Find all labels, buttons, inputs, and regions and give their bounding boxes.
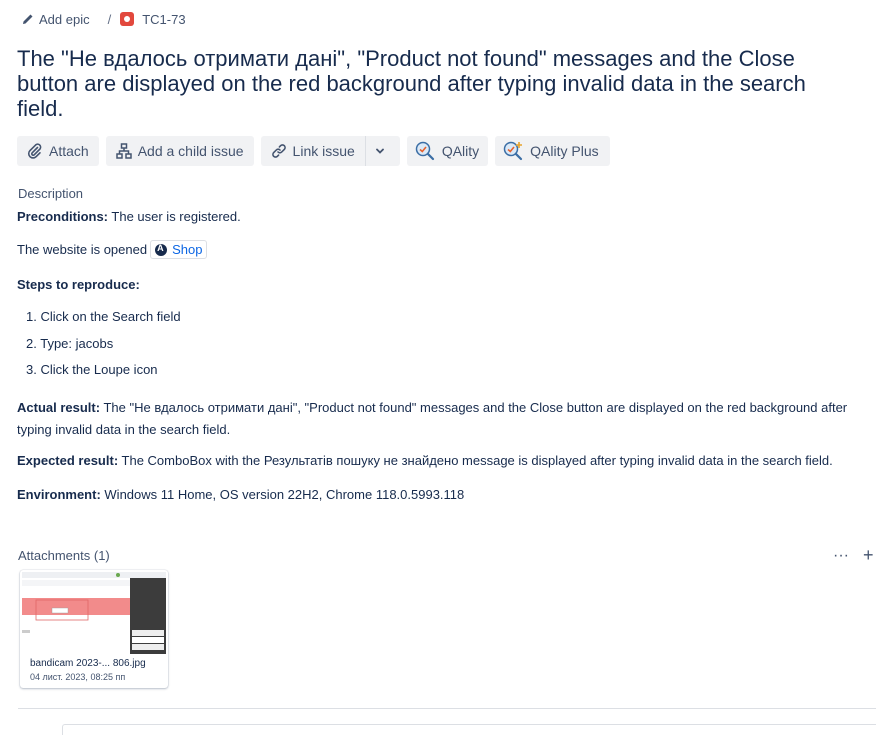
add-child-label: Add a child issue	[137, 143, 244, 159]
angular-icon	[155, 243, 168, 256]
environment-text: Windows 11 Home, OS version 22H2, Chrome…	[100, 487, 465, 502]
qality-icon	[415, 141, 434, 161]
qality-plus-button[interactable]: QAlity Plus	[495, 136, 610, 166]
attachment-card[interactable]: bandicam 2023-... 806.jpg 04 лист. 2023,…	[20, 570, 168, 688]
steps-label: Steps to reproduce:	[17, 277, 140, 292]
link-issue-split-button: Link issue	[260, 136, 400, 166]
qality-plus-icon	[503, 141, 523, 161]
paperclip-icon	[27, 143, 42, 159]
issue-toolbar: Attach Add a child issue Link issue QAli…	[17, 136, 617, 166]
expected-result-paragraph: Expected result: The ComboBox with the Р…	[17, 453, 867, 468]
qality-plus-label: QAlity Plus	[530, 143, 599, 159]
steps-list: 1. Click on the Search field 2. Type: ja…	[26, 309, 181, 389]
description-heading: Description	[18, 186, 84, 201]
add-child-issue-button[interactable]: Add a child issue	[105, 136, 254, 166]
qality-button[interactable]: QAlity	[406, 136, 489, 166]
environment-paragraph: Environment: Windows 11 Home, OS version…	[17, 487, 464, 502]
preconditions-paragraph: Preconditions: The user is registered.	[17, 209, 241, 224]
section-divider	[18, 708, 876, 709]
screenshot-thumbnail-icon	[22, 572, 166, 654]
attachment-date: 04 лист. 2023, 08:25 пп	[30, 672, 126, 682]
attach-button[interactable]: Attach	[17, 136, 99, 166]
add-attachment-icon[interactable]: +	[863, 545, 874, 566]
attach-label: Attach	[49, 143, 89, 159]
shop-link-label: Shop	[172, 242, 203, 257]
breadcrumb: Add epic / TC1-73	[22, 10, 186, 28]
breadcrumb-separator: /	[107, 11, 112, 27]
hierarchy-icon	[115, 143, 132, 159]
link-issue-dropdown-button[interactable]	[364, 136, 400, 166]
attachments-heading: Attachments (1)	[18, 548, 110, 563]
chevron-down-icon	[375, 148, 384, 154]
attachment-thumbnail[interactable]	[22, 572, 166, 654]
link-issue-label: Link issue	[292, 143, 355, 159]
add-epic-link[interactable]: Add epic	[39, 12, 90, 27]
steps-heading: Steps to reproduce:	[17, 277, 140, 292]
attachment-filename[interactable]: bandicam 2023-... 806.jpg	[30, 658, 146, 669]
list-item: 3. Click the Loupe icon	[26, 362, 158, 377]
expected-result-label: Expected result:	[17, 453, 119, 468]
bug-icon	[120, 12, 135, 26]
website-text: The website is opened	[17, 242, 148, 257]
preconditions-label: Preconditions:	[17, 209, 109, 224]
shop-smart-link[interactable]: Shop	[150, 240, 208, 259]
preconditions-text: The user is registered.	[108, 209, 241, 224]
issue-key-link[interactable]: TC1-73	[142, 12, 185, 27]
expected-result-text: The ComboBox with the Результатів пошуку…	[118, 453, 833, 468]
environment-label: Environment:	[17, 487, 101, 502]
link-issue-button[interactable]: Link issue	[260, 136, 365, 166]
comment-box[interactable]	[62, 724, 876, 735]
website-paragraph: The website is opened Shop	[17, 240, 208, 259]
list-item: 2. Type: jacobs	[26, 335, 114, 351]
actual-result-text: The "Не вдалось отримати дані", "Product…	[17, 400, 848, 437]
issue-title[interactable]: The "Не вдалось отримати дані", "Product…	[17, 46, 857, 121]
qality-label: QAlity	[441, 143, 480, 159]
link-icon	[271, 144, 286, 158]
attachments-actions: ··· +	[833, 545, 876, 566]
actual-result-label: Actual result:	[17, 400, 101, 415]
actual-result-paragraph: Actual result: The "Не вдалось отримати …	[17, 397, 862, 441]
list-item: 1. Click on the Search field	[26, 309, 181, 324]
more-actions-icon[interactable]: ···	[833, 547, 849, 565]
pencil-icon	[23, 14, 33, 24]
